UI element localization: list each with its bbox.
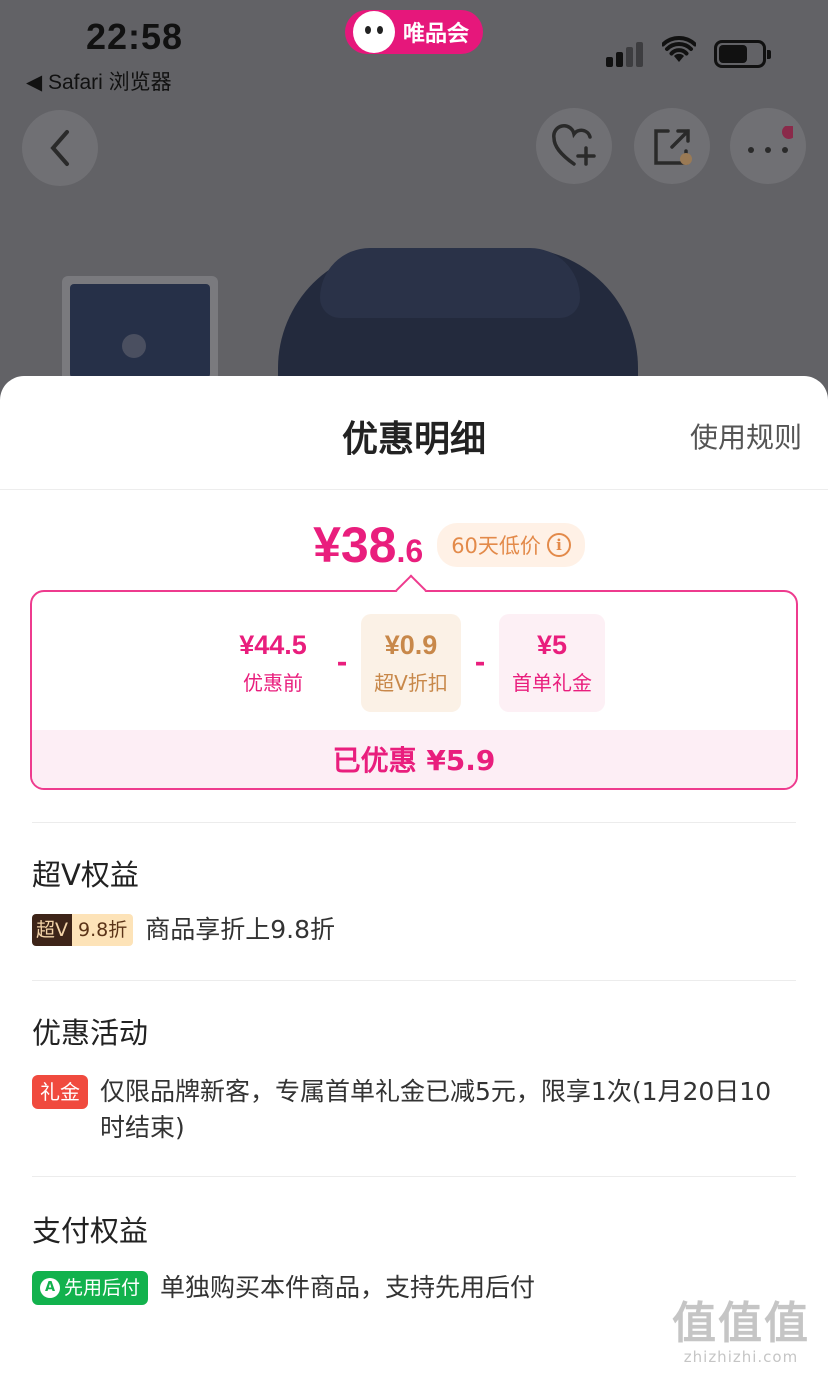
low-price-tag[interactable]: 60天低价 i [437, 523, 585, 567]
favorite-button[interactable] [536, 108, 612, 184]
pointer-caret [395, 574, 427, 606]
divider [32, 822, 796, 823]
superv-discount-amount: ¥0.9 [384, 630, 438, 660]
watermark-logo: 值值值 [672, 1298, 810, 1349]
more-dots-icon [748, 126, 793, 153]
battery-icon [714, 40, 771, 68]
divider [32, 1176, 796, 1177]
final-price-whole: ¥38 [313, 517, 397, 573]
usage-rules-link[interactable]: 使用规则 [690, 416, 802, 456]
watermark-url: zhizhizhi.com [683, 1348, 799, 1366]
superv-tag-right: 9.8折 [72, 914, 134, 946]
wifi-icon [661, 36, 697, 72]
promo-benefit-row: 礼金 仅限品牌新客，专属首单礼金已减5元，限享1次(1月20日10时结束) [32, 1074, 788, 1146]
app-badge-label: 唯品会 [403, 22, 470, 47]
gift-tag: 礼金 [32, 1075, 88, 1109]
first-order-gift-amount: ¥5 [536, 630, 568, 660]
sheet-header: 优惠明细 使用规则 [0, 376, 828, 490]
heart-plus-icon [552, 124, 596, 166]
back-to-app-link[interactable]: ◀ Safari 浏览器 [26, 66, 172, 96]
share-icon [654, 129, 692, 165]
product-thumbnail[interactable] [62, 276, 218, 386]
final-price: ¥38.6 [313, 516, 423, 574]
product-image [278, 248, 638, 388]
pay-later-tag-label: 先用后付 [64, 1277, 141, 1299]
superv-tag-left: 超V [32, 914, 72, 946]
original-price-item: ¥44.5 优惠前 [223, 614, 323, 712]
promo-section-title: 优惠活动 [32, 1016, 149, 1050]
final-price-decimal: .6 [396, 533, 424, 569]
original-price-amount: ¥44.5 [239, 630, 307, 660]
more-button[interactable] [730, 108, 806, 184]
chevron-left-icon [50, 130, 69, 166]
status-bar: 22:58 ◀ Safari 浏览器 唯品会 [0, 0, 828, 100]
pay-later-badge-icon: A [40, 1278, 60, 1298]
superv-tag: 超V 9.8折 [32, 914, 134, 946]
total-saved-bar: 已优惠 ¥5.9 [32, 730, 796, 788]
superv-discount-label: 超V折扣 [374, 671, 448, 695]
product-page-background: 22:58 ◀ Safari 浏览器 唯品会 [0, 0, 828, 420]
share-button[interactable] [634, 108, 710, 184]
discount-details-sheet: 优惠明细 使用规则 ¥38.6 60天低价 i ¥44.5 优惠前 - ¥0.9… [0, 376, 828, 1380]
pay-later-tag: A 先用后付 [32, 1271, 149, 1305]
mascot-logo-icon [353, 11, 395, 53]
back-button[interactable] [22, 110, 98, 186]
payment-section-title: 支付权益 [32, 1214, 149, 1248]
superv-benefit-row: 超V 9.8折 商品享折上9.8折 [32, 912, 788, 948]
low-price-label: 60天低价 [451, 534, 541, 558]
superv-section-title: 超V权益 [32, 858, 139, 892]
payment-benefit-text: 单独购买本件商品，支持先用后付 [160, 1273, 536, 1302]
app-badge: 唯品会 [345, 10, 483, 54]
first-order-gift-item: ¥5 首单礼金 [499, 614, 605, 712]
superv-benefit-text: 商品享折上9.8折 [145, 915, 335, 944]
cellular-signal-icon [606, 42, 643, 67]
price-breakdown-box: ¥44.5 优惠前 - ¥0.9 超V折扣 - ¥5 首单礼金 已优惠 ¥5.9 [30, 574, 798, 790]
first-order-gift-label: 首单礼金 [512, 671, 592, 695]
info-icon[interactable]: i [546, 533, 571, 557]
breakdown-items: ¥44.5 优惠前 - ¥0.9 超V折扣 - ¥5 首单礼金 [32, 614, 796, 712]
minus-sign: - [474, 648, 486, 678]
final-price-row: ¥38.6 60天低价 i [0, 516, 828, 574]
site-watermark: 值值值 zhizhizhi.com [656, 1298, 826, 1367]
superv-discount-item: ¥0.9 超V折扣 [361, 614, 461, 712]
promo-benefit-text: 仅限品牌新客，专属首单礼金已减5元，限享1次(1月20日10时结束) [100, 1077, 772, 1142]
minus-sign: - [336, 648, 348, 678]
divider [32, 980, 796, 981]
status-time: 22:58 [86, 16, 184, 57]
original-price-label: 优惠前 [243, 671, 303, 695]
